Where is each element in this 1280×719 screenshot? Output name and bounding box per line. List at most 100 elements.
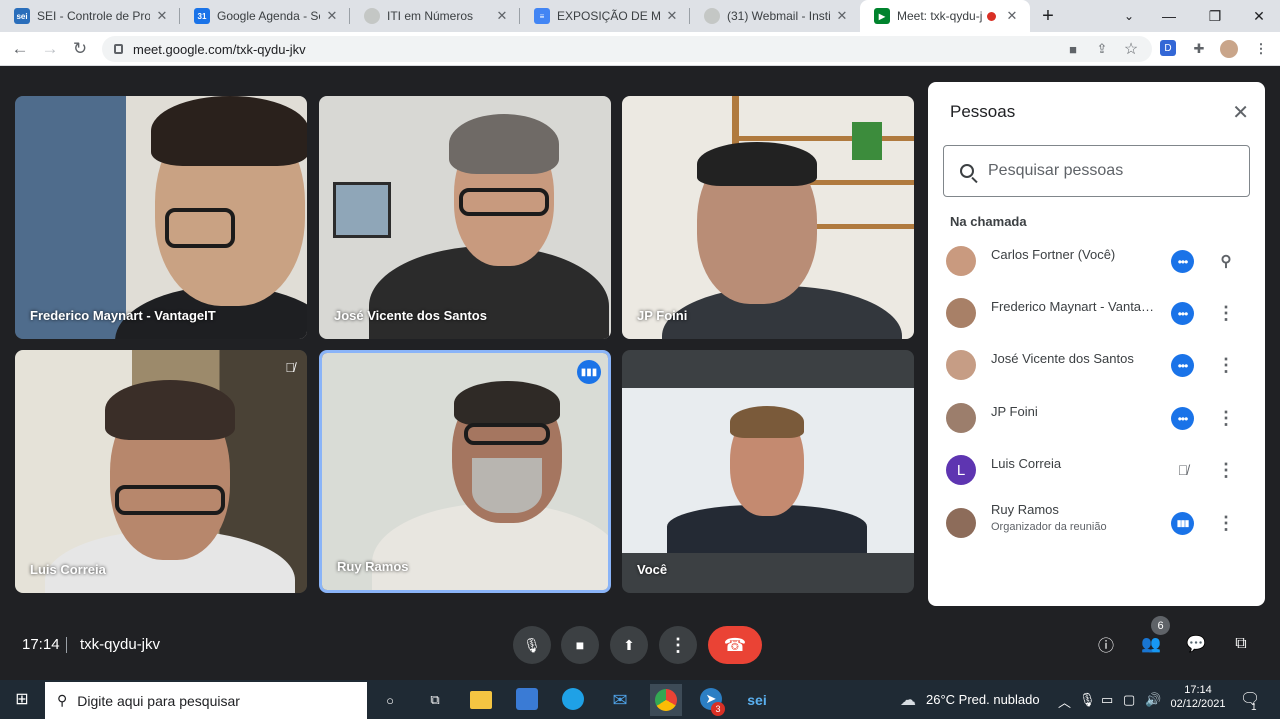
sei-app-icon[interactable]: sei [745,688,769,712]
person-row[interactable]: José Vicente dos Santos ••• ⋮ [928,339,1265,391]
power-tray-icon[interactable]: ▭ [1101,692,1113,708]
close-window-icon[interactable]: ✕ [1236,0,1280,32]
search-people-input[interactable]: Pesquisar pessoas [943,145,1250,197]
info-icon[interactable]: ⓘ [1094,632,1118,656]
tab-exposicao[interactable]: ≡ EXPOSIÇÃO DE MOTI ✕ [520,0,690,32]
person-row[interactable]: Ruy Ramos Organizador da reunião ▮▮▮ ⋮ [928,497,1265,549]
tab-sei[interactable]: sei SEI - Controle de Proc ✕ [0,0,180,32]
taskbar-search-input[interactable]: ⚲ Digite aqui para pesquisar [45,682,367,719]
speaking-indicator-icon: ▮▮▮ [577,360,601,384]
person-row[interactable]: JP Foini ••• ⋮ [928,392,1265,444]
weather-text[interactable]: 26°C Pred. nublado [926,692,1040,707]
task-view-icon[interactable]: ⧉ [423,688,447,712]
search-icon: ⚲ [57,692,68,708]
close-tab-icon[interactable]: ✕ [664,8,680,24]
back-arrow-icon[interactable]: ← [8,37,32,61]
avatar-initial: L [946,455,976,485]
windows-start-icon[interactable]: ⊞ [10,687,34,711]
video-tile-ruy[interactable]: ▮▮▮ Ruy Ramos [319,350,611,593]
section-heading: Na chamada [950,214,1027,229]
microphone-button[interactable]: 🎙 [513,626,551,664]
show-hidden-icons[interactable]: ︿ [1058,692,1071,711]
recording-dot-icon [987,11,996,21]
more-options-icon[interactable]: ⋮ [1217,406,1235,430]
more-options-icon[interactable]: ⋮ [1217,301,1235,325]
forward-arrow-icon[interactable]: → [38,37,62,61]
video-tile-jose[interactable]: José Vicente dos Santos [319,96,611,339]
sei-favicon-icon: sei [14,8,30,24]
camera-permission-icon[interactable]: ■ [1064,40,1082,58]
chat-icon[interactable]: 💬 [1184,632,1208,656]
close-tab-icon[interactable]: ✕ [154,8,170,24]
camera-button[interactable]: ■ [561,626,599,664]
microphone-tray-icon[interactable]: 🎙 [1079,692,1096,708]
tab-iti-numeros[interactable]: ITI em Números ✕ [350,0,520,32]
store-icon[interactable] [516,688,538,710]
share-icon[interactable]: ⇪ [1093,40,1111,58]
meet-favicon-icon: ▶ [874,8,890,24]
cortana-icon[interactable]: ○ [378,688,402,712]
panel-title: Pessoas [950,102,1016,121]
mic-muted-icon: 🎙̸ [285,360,295,375]
video-tile-frederico[interactable]: Frederico Maynart - VantageIT [15,96,307,339]
browser-toolbar: ← → ↻ meet.google.com/txk-qydu-jkv ■ ⇪ ☆… [0,32,1280,66]
edge-icon[interactable] [562,688,584,710]
network-icon[interactable]: ▢ [1123,692,1135,708]
taskbar-clock[interactable]: 17:14 02/12/2021 [1170,684,1226,710]
close-tab-icon[interactable]: ✕ [834,8,850,24]
restore-icon[interactable]: ❐ [1192,0,1238,32]
globe-favicon-icon [704,8,720,24]
leave-call-button[interactable]: ☎ [708,626,762,664]
close-tab-icon[interactable]: ✕ [494,8,510,24]
bookmark-star-icon[interactable]: ☆ [1122,40,1140,58]
volume-icon[interactable]: 🔊 [1145,692,1161,708]
tile-name-label: Ruy Ramos [337,559,409,574]
video-tile-jp[interactable]: JP Foini [622,96,914,339]
avatar [946,246,976,276]
tile-name-label: Luis Correia [30,562,106,577]
tile-name-label: Você [637,562,668,577]
person-row[interactable]: Carlos Fortner (Você) ••• ⚲ [928,235,1265,287]
person-row[interactable]: Frederico Maynart - VantageIT ••• ⋮ [928,287,1265,339]
people-icon[interactable]: 👥 [1139,632,1163,656]
minimize-icon[interactable]: — [1146,0,1192,32]
browser-tab-strip: sei SEI - Controle de Proc ✕ 31 Google A… [0,0,1280,32]
close-tab-icon[interactable]: ✕ [324,8,340,24]
tab-webmail[interactable]: (31) Webmail - Institut ✕ [690,0,860,32]
more-options-icon[interactable]: ⋮ [1217,511,1235,535]
file-explorer-icon[interactable] [470,691,492,709]
close-tab-icon[interactable]: ✕ [1004,8,1020,24]
extensions-puzzle-icon[interactable]: ✚ [1190,40,1208,58]
activities-icon[interactable]: ⧉ [1229,632,1253,656]
meeting-control-bar: 17:14 txk-qydu-jkv 🎙 ■ ⬆ ⋮ ☎ ⓘ 👥 6 💬 ⧉ [0,606,1280,680]
person-row[interactable]: L Luis Correia 🎙̸ ⋮ [928,444,1265,496]
chrome-icon[interactable] [650,684,682,716]
video-tile-self[interactable]: Você [622,350,914,593]
avatar [946,298,976,328]
docs-favicon-icon: ≡ [534,8,550,24]
pin-icon[interactable]: ⚲ [1218,249,1234,273]
avatar [946,350,976,380]
close-panel-icon[interactable]: ✕ [1232,100,1249,125]
menu-kebab-icon[interactable]: ⋮ [1252,40,1270,58]
tab-meet[interactable]: ▶ Meet: txk-qydu-jk ✕ [860,0,1030,32]
avatar [946,403,976,433]
mail-icon[interactable]: ✉ [608,688,632,712]
reload-icon[interactable]: ↻ [68,37,92,61]
profile-avatar[interactable] [1220,40,1238,58]
address-bar[interactable]: meet.google.com/txk-qydu-jkv [102,36,1152,62]
new-tab-button[interactable]: + [1030,0,1066,32]
audio-level-icon: ••• [1171,407,1194,430]
more-options-button[interactable]: ⋮ [659,626,697,664]
more-options-icon[interactable]: ⋮ [1217,353,1235,377]
people-panel: Pessoas ✕ Pesquisar pessoas Na chamada C… [928,82,1265,606]
weather-cloud-icon: ☁ [900,692,916,709]
more-options-icon[interactable]: ⋮ [1217,458,1235,482]
tile-name-label: Frederico Maynart - VantageIT [30,308,216,323]
tile-name-label: José Vicente dos Santos [334,308,487,323]
video-tile-luis[interactable]: 🎙̸ Luis Correia [15,350,307,593]
tab-google-agenda[interactable]: 31 Google Agenda - Sem ✕ [180,0,350,32]
extension-d-icon[interactable]: D [1160,40,1176,56]
notification-count: 1 [1251,702,1257,713]
present-screen-button[interactable]: ⬆ [610,626,648,664]
